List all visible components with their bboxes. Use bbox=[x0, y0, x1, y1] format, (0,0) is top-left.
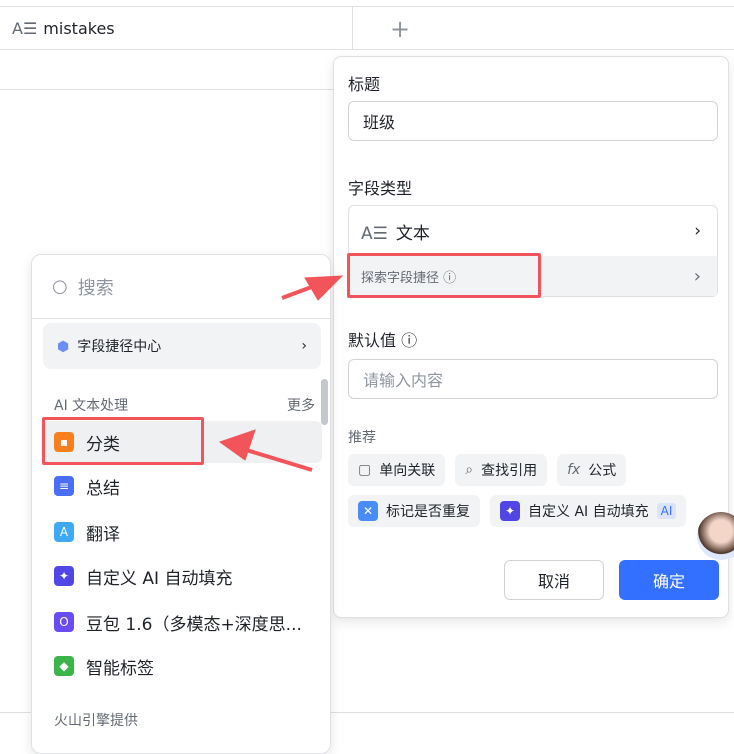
annotation-arrows bbox=[218, 275, 344, 472]
arrow-head bbox=[304, 275, 344, 301]
arrow-head bbox=[218, 429, 256, 461]
